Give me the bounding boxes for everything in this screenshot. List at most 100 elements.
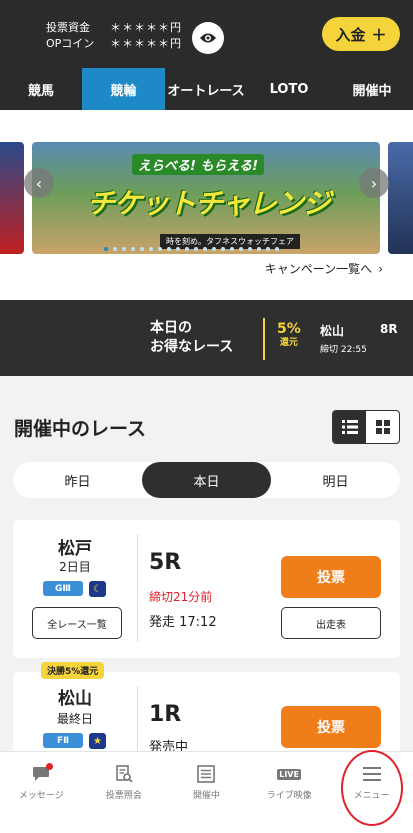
grade-badge: FⅡ [43, 733, 83, 748]
carousel-dot[interactable] [149, 247, 153, 251]
next-banner-peek[interactable] [388, 142, 413, 254]
carousel-dot[interactable] [104, 247, 108, 251]
carousel-dot[interactable] [239, 247, 243, 251]
deal-race-number: 8R [380, 322, 398, 336]
race-card: 松戸 2日目 GⅢ ☾ 全レース一覧 5R 締切21分前 発走 17:12 投票… [13, 520, 400, 658]
balance-panel: 投票資金 ＊＊＊＊＊円 OPコイン ＊＊＊＊＊円 [46, 20, 182, 52]
live-badge: LIVE [277, 768, 301, 780]
race-number: 5R [149, 550, 182, 575]
carousel-dot[interactable] [248, 247, 252, 251]
entry-list-button[interactable]: 出走表 [281, 607, 381, 639]
carousel-dot[interactable] [221, 247, 225, 251]
carousel-dot[interactable] [194, 247, 198, 251]
nav-label: メッセージ [18, 791, 64, 801]
bet-button[interactable]: 投票 [281, 706, 381, 748]
deal-title: 本日の お得なレース [150, 319, 233, 357]
deal-title-line1: 本日の [150, 320, 192, 336]
deal-percent-sub: 還元 [279, 338, 298, 348]
campaign-banner[interactable]: えらべる! もらえる! チケットチャレンジ 時を刻め。タフネスウォッチフェア [32, 142, 380, 254]
grid-view-button[interactable] [366, 411, 399, 443]
night-race-icon: ☾ [89, 581, 106, 597]
carousel-dot[interactable] [185, 247, 189, 251]
nav-label: 投票照会 [105, 791, 142, 801]
carousel-dot[interactable] [167, 247, 171, 251]
carousel-dot[interactable] [122, 247, 126, 251]
prev-banner-peek[interactable] [0, 142, 24, 254]
race-number: 1R [149, 702, 182, 727]
bet-button[interactable]: 投票 [281, 556, 381, 598]
tab-loto[interactable]: LOTO [247, 68, 331, 110]
grid-view-icon [375, 420, 390, 434]
deal-title-line2: お得なレース [150, 339, 234, 355]
nav-message[interactable]: メッセージ [0, 752, 83, 833]
featured-deal-banner[interactable]: 本日の お得なレース 5% 還元 松山 8R 締切 22:55 [0, 300, 413, 376]
deal-deadline: 締切 22:55 [320, 345, 367, 355]
chevron-right-icon: › [370, 173, 378, 193]
promo-badge: 決勝5%還元 [41, 662, 105, 679]
plus-icon: ＋ [371, 25, 387, 44]
deal-divider [263, 318, 265, 360]
op-coin-label: OPコイン [46, 37, 95, 50]
deal-percent-value: 5% [277, 321, 301, 337]
nav-live-video[interactable]: LIVE ライブ映像 [248, 752, 331, 833]
list-view-button[interactable] [333, 411, 366, 443]
deposit-label: 入金 [335, 25, 366, 44]
race-venue: 松戸 [58, 539, 92, 559]
day-tab-today[interactable]: 本日 [142, 462, 271, 498]
eye-icon[interactable] [192, 22, 224, 54]
carousel-dot[interactable] [113, 247, 117, 251]
live-icon: LIVE [277, 765, 301, 783]
balance-value: ＊＊＊＊＊円 [110, 21, 182, 34]
day-tab-tomorrow[interactable]: 明日 [271, 462, 400, 498]
carousel-dot[interactable] [140, 247, 144, 251]
chevron-right-icon: › [378, 261, 383, 276]
list-icon [196, 765, 216, 783]
card-divider [137, 534, 138, 642]
nav-bet-history[interactable]: 投票照会 [83, 752, 166, 833]
deal-venue: 松山 [320, 324, 345, 338]
tab-live-events[interactable]: 開催中 [331, 68, 413, 110]
nav-label: 開催中 [192, 791, 220, 801]
chevron-left-icon: ‹ [35, 173, 43, 193]
carousel-next-button[interactable]: › [359, 168, 389, 198]
balance-label: 投票資金 [46, 21, 90, 34]
carousel-prev-button[interactable]: ‹ [24, 168, 54, 198]
category-tabs: 競馬 競輪 オートレース LOTO 開催中 [0, 68, 413, 110]
carousel-dot[interactable] [275, 247, 279, 251]
carousel-dot[interactable] [230, 247, 234, 251]
banner-title: チケットチャレンジ [87, 187, 331, 220]
deposit-button[interactable]: 入金 ＋ [322, 17, 400, 51]
carousel-dot[interactable] [212, 247, 216, 251]
grade-badge: GⅢ [43, 581, 83, 596]
star-icon: ★ [89, 733, 106, 749]
race-day: 2日目 [59, 560, 91, 574]
carousel-dot[interactable] [257, 247, 261, 251]
tab-keirin[interactable]: 競輪 [82, 68, 165, 110]
carousel-dot[interactable] [176, 247, 180, 251]
receipt-search-icon [114, 765, 134, 783]
day-tabs: 昨日 本日 明日 [13, 462, 400, 498]
campaign-list-link[interactable]: キャンペーン一覧へ › [265, 260, 383, 277]
nav-live-events[interactable]: 開催中 [165, 752, 248, 833]
all-races-button[interactable]: 全レース一覧 [32, 607, 122, 639]
carousel-dot[interactable] [266, 247, 270, 251]
section-title: 開催中のレース [14, 418, 147, 440]
race-day: 最終日 [56, 712, 93, 726]
list-view-icon [341, 420, 358, 434]
carousel-dot[interactable] [158, 247, 162, 251]
annotation-circle [341, 750, 403, 826]
carousel-dot[interactable] [203, 247, 207, 251]
op-coin-value: ＊＊＊＊＊円 [110, 37, 182, 50]
carousel-dot[interactable] [131, 247, 135, 251]
race-venue: 松山 [58, 689, 92, 709]
tab-keiba[interactable]: 競馬 [0, 68, 82, 110]
notification-dot [46, 763, 54, 770]
campaign-list-label: キャンペーン一覧へ [264, 262, 373, 276]
header-bar: 投票資金 ＊＊＊＊＊円 OPコイン ＊＊＊＊＊円 入金 ＋ [0, 0, 413, 68]
banner-subtitle: えらべる! もらえる! [132, 154, 264, 175]
race-start-time: 発走 17:12 [149, 615, 217, 630]
race-deadline: 締切21分前 [149, 590, 213, 604]
view-toggle [332, 410, 400, 444]
day-tab-yesterday[interactable]: 昨日 [13, 462, 142, 498]
tab-autorace[interactable]: オートレース [165, 68, 247, 110]
